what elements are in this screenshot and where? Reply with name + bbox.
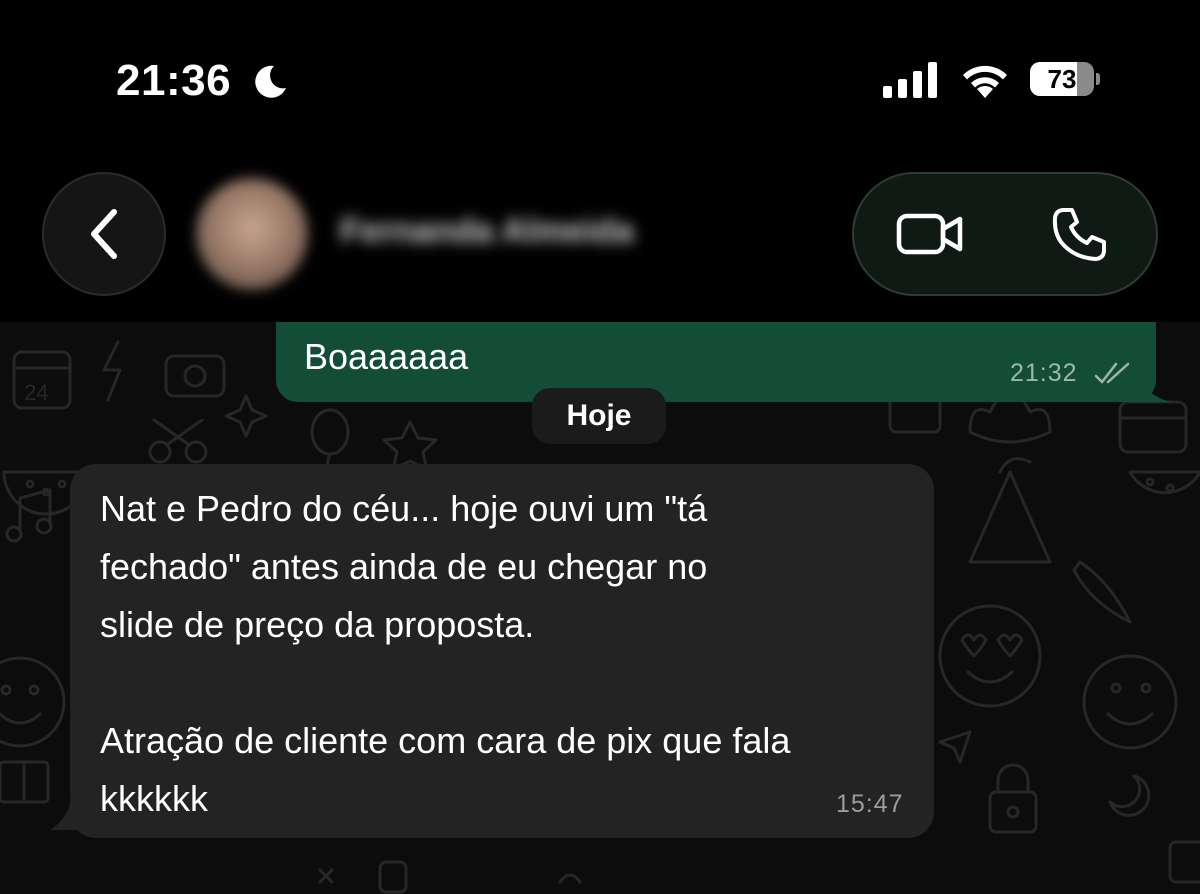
battery-icon: 73 [1030,62,1100,98]
moon-icon [252,62,290,105]
chat-screen: 24 21:36 73 Fernanda Almeida Boaaaaaa 21… [0,0,1200,894]
back-button[interactable] [42,172,166,296]
call-actions [852,172,1158,296]
wifi-icon [958,60,1012,105]
status-time: 21:36 [116,56,232,105]
video-camera-icon [896,213,963,255]
incoming-message-text: Nat e Pedro do céu... hoje ouvi um "tá f… [100,488,791,819]
signal-icon [883,62,939,103]
voice-call-button[interactable] [1044,200,1114,270]
phone-icon [1052,208,1106,261]
contact-name[interactable]: Fernanda Almeida [340,212,633,251]
date-separator: Hoje [532,388,666,444]
chevron-left-icon [91,209,117,259]
avatar[interactable] [196,178,308,290]
outgoing-message-time: 21:32 [1010,359,1078,387]
battery-body: 73 [1030,62,1094,96]
double-check-icon [1094,362,1132,391]
outgoing-bubble-tail [1130,372,1172,402]
incoming-bubble-tail [50,790,90,830]
battery-level: 73 [1047,64,1077,94]
outgoing-message-text: Boaaaaaa [304,336,469,377]
battery-cap [1096,73,1100,85]
video-call-button[interactable] [890,202,970,266]
svg-text:24: 24 [24,380,48,405]
incoming-message-time: 15:47 [836,790,904,818]
status-bar: 21:36 73 [0,0,1200,160]
